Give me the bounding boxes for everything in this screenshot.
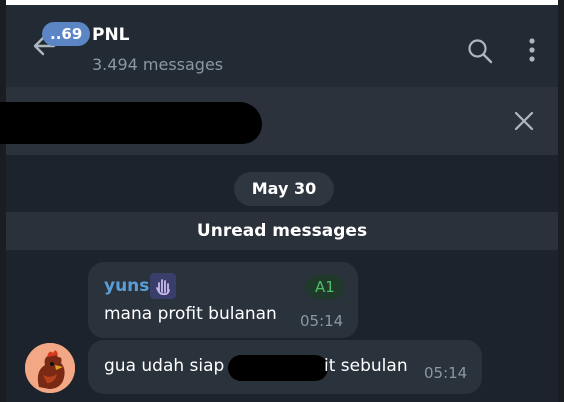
sender-name[interactable]: yuns xyxy=(104,276,149,296)
chat-header: ..69 PNL 3.494 messages xyxy=(6,5,558,87)
window-right-border xyxy=(558,0,564,402)
unread-messages-separator: Unread messages xyxy=(6,212,558,250)
message-text-start: gua udah siap xyxy=(104,356,225,376)
message-bubble[interactable]: yuns A1 mana profit bulanan 05:14 xyxy=(88,262,358,338)
redaction-mark xyxy=(228,355,328,381)
admin-title-badge: A1 xyxy=(306,275,344,299)
rooster-avatar-icon xyxy=(25,343,75,393)
hand-emoji-status-icon xyxy=(150,273,176,299)
more-options-button[interactable] xyxy=(520,37,544,65)
message-count: 3.494 messages xyxy=(92,55,224,74)
close-icon xyxy=(514,111,534,131)
pinned-message-bar[interactable] xyxy=(0,87,558,155)
message-time: 05:14 xyxy=(300,312,344,330)
date-separator: May 30 xyxy=(234,172,334,206)
close-pinned-button[interactable] xyxy=(512,109,536,133)
message-text: mana profit bulanan xyxy=(104,304,277,324)
chat-title[interactable]: PNL xyxy=(92,25,130,45)
message-bubble[interactable]: gua udah siap it sebulan 05:14 xyxy=(88,340,482,394)
avatar[interactable] xyxy=(25,343,75,393)
search-icon xyxy=(468,39,493,64)
more-vertical-icon xyxy=(529,38,535,62)
message-text-end: it sebulan xyxy=(324,356,408,376)
redaction-mark xyxy=(0,102,262,144)
unread-count-badge: ..69 xyxy=(42,22,91,46)
message-time: 05:14 xyxy=(424,364,468,382)
search-button[interactable] xyxy=(466,37,494,65)
